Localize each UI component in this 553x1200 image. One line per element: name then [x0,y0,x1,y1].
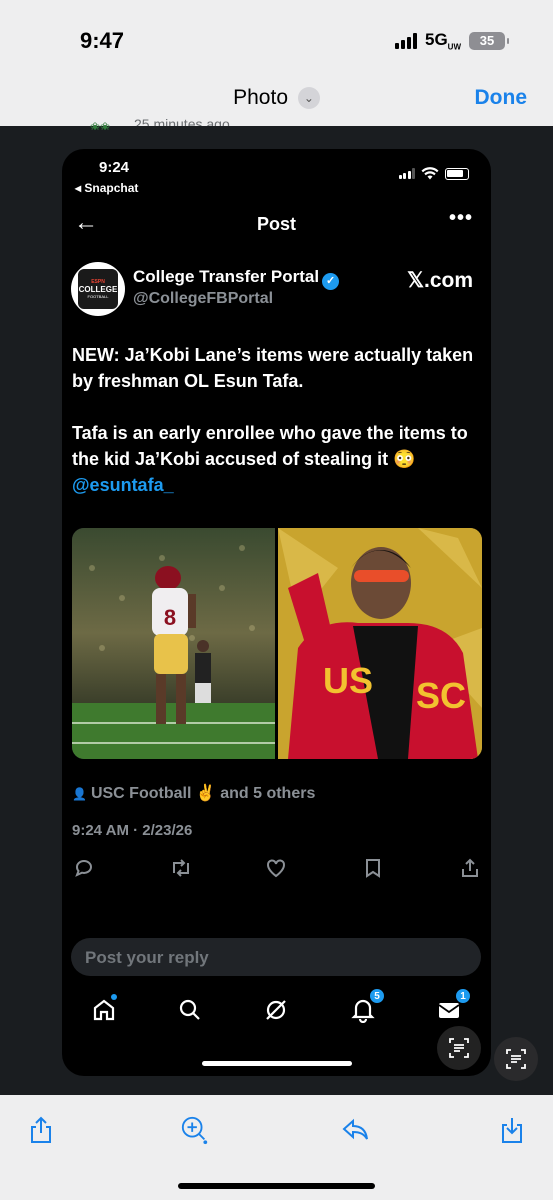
grok-icon [260,994,292,1026]
done-button[interactable]: Done [475,86,528,110]
tweet-text: NEW: Ja’Kobi Lane’s items were actually … [72,342,482,524]
reply-icon [71,855,97,881]
liked-by-text: 👤 USC Football ✌️ and 5 others [72,785,316,802]
peek-icon: ❀❀ [90,120,111,130]
peek-timestamp: 25 minutes ago [134,116,230,126]
person-icon: 👤 [72,787,87,801]
photo-title: Photo [233,86,289,109]
photo-title-menu[interactable]: Photo ⌄ [0,86,553,110]
photo-player-on-field: 8 [72,528,275,759]
inner-signal-icon [398,168,415,179]
messages-badge: 1 [455,988,471,1004]
jersey-number: 8 [164,605,176,630]
college-football-logo: ESPN COLLEGE FOOTBALL [78,269,118,309]
post-actions [62,855,491,881]
visual-lookup-button[interactable] [180,1113,210,1147]
inner-status-time: 9:24 [99,159,130,176]
search-icon [174,994,206,1026]
live-text-button[interactable] [494,1037,538,1081]
inner-status-icons [398,167,469,180]
bookmark-icon [360,855,386,881]
share-icon [457,855,483,881]
save-button[interactable] [497,1113,527,1147]
repost-icon [168,855,194,881]
tweet-paragraph: NEW: Ja’Kobi Lane’s items were actually … [72,345,474,391]
network-label: 5GUW [424,30,461,52]
screenshot-photo: 9:24 ◂ Snapchat ← Post ••• ESPN COLLEGE … [62,149,491,1076]
notifications-icon: 5 [347,988,385,1026]
messages-icon: 1 [433,988,471,1026]
reply-button[interactable] [341,1113,371,1147]
avatar: ESPN COLLEGE FOOTBALL [71,262,125,316]
author-name: College Transfer Portal ✓ [133,267,340,290]
x-watermark: 𝕏.com [407,269,473,292]
battery-icon: 35 [469,31,509,50]
jacket-letters-right: SC [416,675,466,716]
inner-battery-icon [445,167,469,180]
more-options-icon: ••• [448,207,473,229]
photo-usc-jacket: US SC [278,528,482,759]
chevron-down-icon: ⌄ [297,87,320,109]
status-icons: 5GUW 35 [394,30,509,52]
tweet-paragraph: Tafa is an early enrollee who gave the i… [72,423,468,495]
status-time: 9:47 [80,28,125,53]
share-button[interactable] [26,1113,56,1147]
back-to-snapchat: ◂ Snapchat [75,181,139,195]
bottom-nav: 5 1 [62,988,491,1030]
reply-input: Post your reply [71,938,481,976]
home-icon [88,994,120,1026]
notifications-badge: 5 [369,988,385,1004]
photos-top-bar: 9:47 5GUW 35 Photo ⌄ Done [0,0,553,126]
live-text-icon [437,1026,481,1070]
home-indicator [178,1183,375,1189]
like-icon [263,855,289,881]
verified-badge-icon: ✓ [322,273,340,290]
wifi-icon [421,167,439,180]
author-handle: @CollegeFBPortal [133,290,274,307]
mention-link: @esuntafa_ [72,475,174,495]
post-header: ← Post ••• [62,207,491,241]
post-title: Post [256,214,296,234]
inner-home-indicator [202,1061,352,1066]
post-timestamp: 9:24 AM · 2/23/26 [72,822,193,839]
cellular-signal-icon [394,32,417,49]
jacket-letters-left: US [323,660,373,701]
new-posts-dot [111,994,117,1000]
